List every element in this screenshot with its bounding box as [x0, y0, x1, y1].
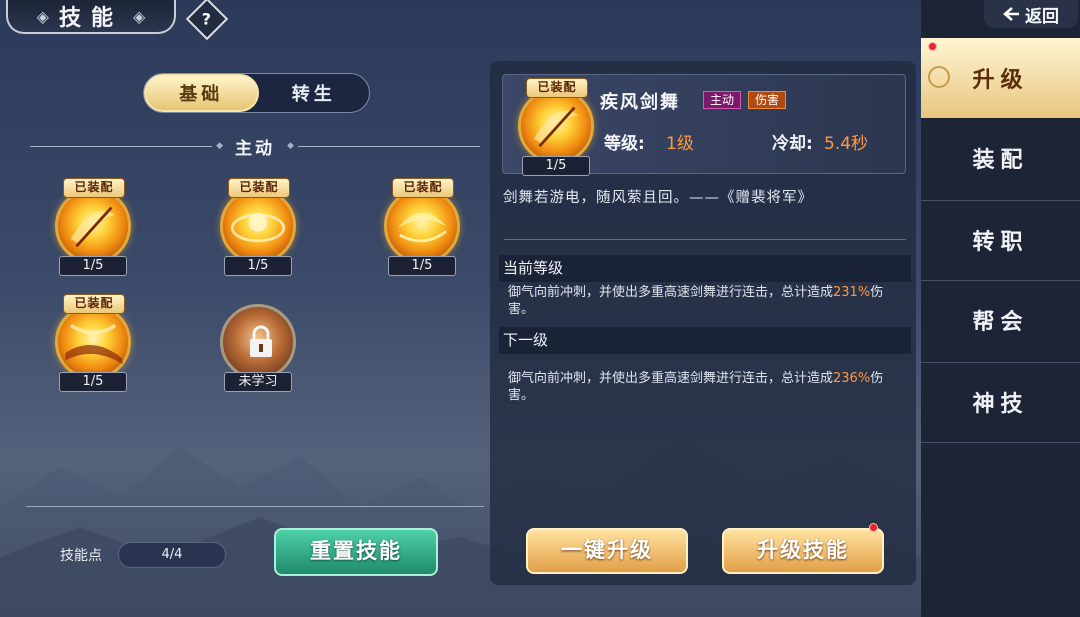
equipped-badge: 已装配 [392, 178, 454, 198]
level-label: 等级: [604, 134, 645, 154]
active-tag: 主动 [703, 91, 741, 109]
diamond-icon: ◆ [287, 141, 294, 151]
diamond-icon: ◆ [216, 141, 223, 151]
damage-tag: 伤害 [748, 91, 786, 109]
back-arrow-icon [1003, 7, 1019, 21]
skill-icon [220, 304, 296, 380]
tab-basic[interactable]: 基础 [144, 74, 259, 112]
skill-flavor-text: 剑舞若游电，随风萦且回。——《赠裴将军》 [503, 190, 813, 206]
lock-icon [250, 325, 272, 357]
skill-slot-5[interactable]: 未学习 [218, 294, 298, 394]
skill-slot-2[interactable]: 已装配 1/5 [218, 178, 298, 278]
skill-level: 1/5 [224, 256, 292, 276]
skill-icon [220, 188, 296, 264]
sidebar-item-equip[interactable]: 装配 [921, 118, 1080, 198]
skill-slot-4[interactable]: 已装配 1/5 [53, 294, 133, 394]
level-value: 1级 [666, 134, 694, 154]
back-label: 返回 [1025, 6, 1059, 27]
divider [26, 506, 484, 507]
notification-dot [928, 42, 937, 51]
section-title: 主动 [235, 138, 275, 159]
back-button[interactable]: 返回 [984, 0, 1078, 28]
detail-skill-icon: 已装配 1/5 [516, 78, 596, 178]
sidebar-item-divine[interactable]: 神技 [921, 362, 1080, 442]
section-header: ◆ 主动 ◆ [30, 134, 480, 159]
skill-status: 未学习 [224, 372, 292, 392]
one-key-upgrade-button[interactable]: 一键升级 [526, 528, 688, 574]
next-level-header: 下一级 [499, 327, 911, 354]
ornament-icon: ◈ [133, 6, 146, 26]
skill-icon [55, 304, 131, 380]
notification-dot [869, 523, 878, 532]
equipped-badge: 已装配 [63, 294, 125, 314]
sidebar-item-job[interactable]: 转职 [921, 200, 1080, 280]
sidebar-item-guild[interactable]: 帮会 [921, 280, 1080, 360]
skill-slot-3[interactable]: 已装配 1/5 [382, 178, 462, 278]
equipped-badge: 已装配 [526, 78, 588, 98]
skill-points-label: 技能点 [60, 548, 102, 564]
skill-level: 1/5 [388, 256, 456, 276]
divider-line [297, 145, 480, 147]
tab-group: 基础 转生 [143, 73, 370, 113]
current-level-header: 当前等级 [499, 255, 911, 282]
skill-level: 1/5 [522, 156, 590, 176]
skill-slot-1[interactable]: 已装配 1/5 [53, 178, 133, 278]
cooldown-label: 冷却: [772, 134, 813, 154]
page-title: 技能 [58, 5, 123, 31]
skill-name: 疾风剑舞 [600, 92, 680, 113]
skill-level: 1/5 [59, 372, 127, 392]
reset-skills-button[interactable]: 重置技能 [274, 528, 438, 576]
question-icon: ? [202, 9, 212, 29]
tab-rebirth[interactable]: 转生 [259, 74, 370, 112]
emblem-icon [928, 66, 950, 88]
skill-icon [55, 188, 131, 264]
divider-line [30, 145, 213, 147]
upgrade-skill-button[interactable]: 升级技能 [722, 528, 884, 574]
equipped-badge: 已装配 [63, 178, 125, 198]
equipped-badge: 已装配 [228, 178, 290, 198]
ornament-icon: ◈ [36, 6, 49, 26]
sidebar-divider [921, 442, 1080, 443]
current-level-description: 御气向前冲刺，并使出多重高速剑舞进行连击，总计造成231%伤害。 [508, 285, 884, 317]
title-plate: ◈ 技能 ◈ [6, 0, 176, 34]
skill-icon [384, 188, 460, 264]
cooldown-value: 5.4秒 [824, 134, 869, 154]
skill-points-value: 4/4 [118, 542, 226, 568]
skill-level: 1/5 [59, 256, 127, 276]
skill-icon [518, 88, 594, 164]
next-level-description: 御气向前冲刺，并使出多重高速剑舞进行连击，总计造成236%伤害。 [508, 371, 884, 403]
help-button[interactable]: ? [185, 0, 229, 41]
divider [504, 239, 906, 240]
